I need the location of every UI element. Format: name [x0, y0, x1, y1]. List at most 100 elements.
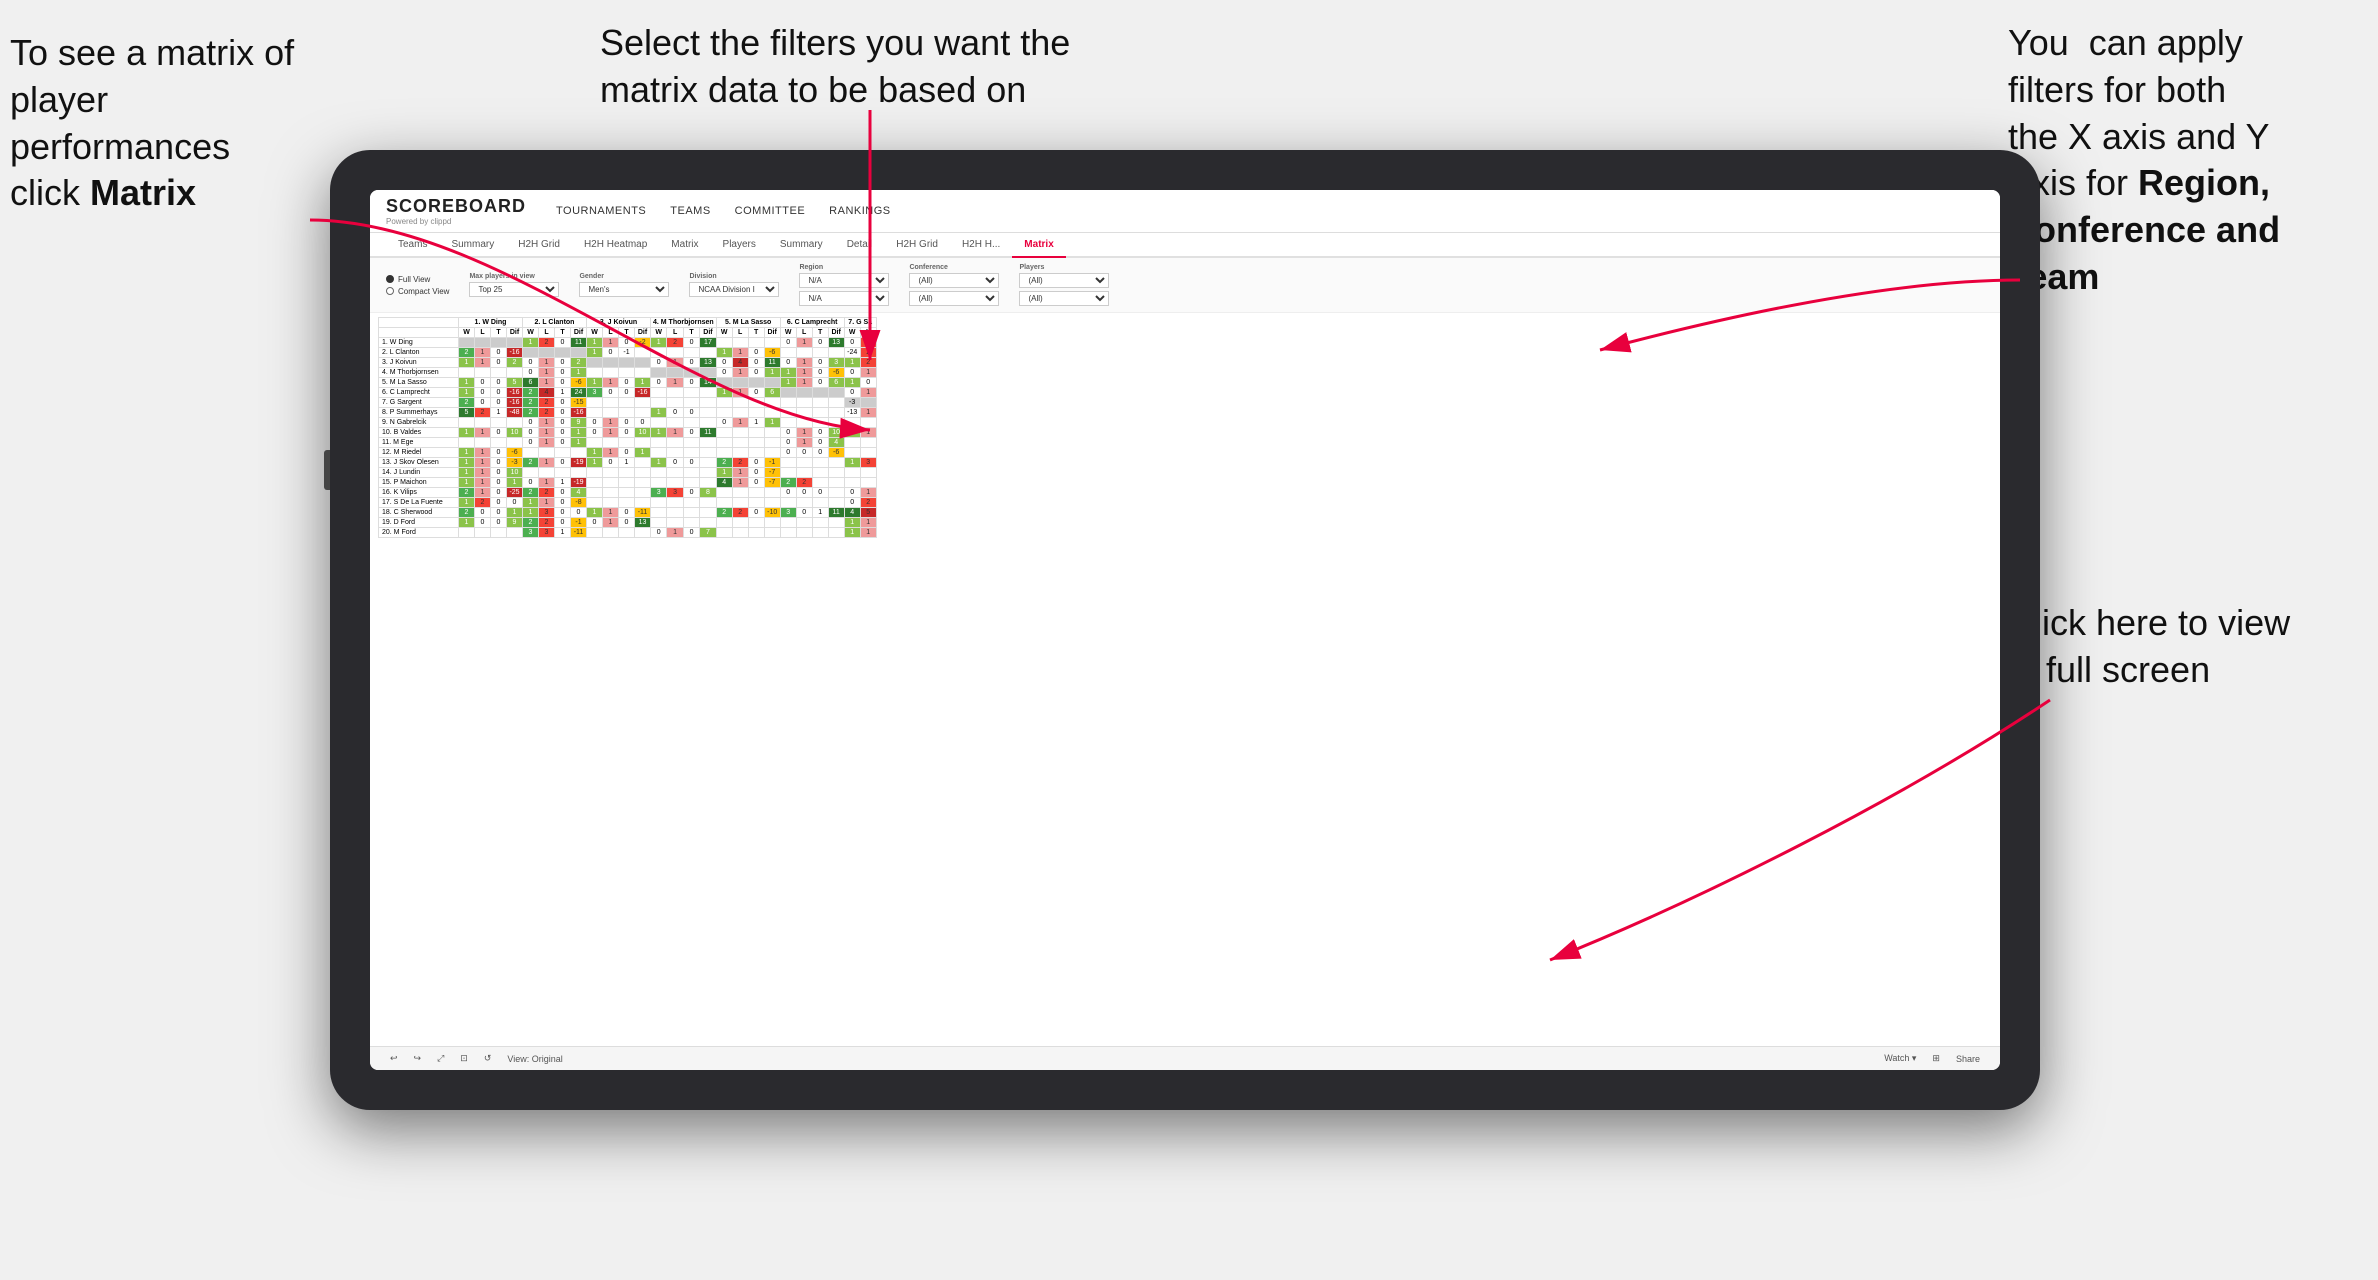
redo-button[interactable]: ↪ — [410, 1051, 426, 1066]
full-view-option[interactable]: Full View — [386, 275, 449, 284]
toolbar-btn-3[interactable]: ⤢ — [433, 1051, 448, 1066]
matrix-cell — [475, 528, 491, 538]
matrix-cell — [619, 438, 635, 448]
matrix-cell — [571, 348, 587, 358]
matrix-cell: 2 — [860, 498, 876, 508]
matrix-cell — [716, 408, 732, 418]
players-select2[interactable]: (All) — [1019, 291, 1109, 306]
full-view-radio[interactable] — [386, 275, 394, 283]
annotation-right-bottom: Click here to viewin full screen — [2008, 600, 2348, 694]
matrix-cell — [780, 458, 796, 468]
matrix-cell: 1 — [732, 468, 748, 478]
view-original[interactable]: View: Original — [503, 1052, 566, 1066]
player-name-cell: 13. J Skov Olesen — [379, 458, 459, 468]
matrix-cell: 0 — [748, 348, 764, 358]
matrix-cell: 0 — [491, 458, 507, 468]
matrix-cell — [603, 358, 619, 368]
matrix-cell — [683, 508, 699, 518]
player-name-cell: 4. M Thorbjornsen — [379, 368, 459, 378]
nav-teams[interactable]: TEAMS — [670, 205, 710, 217]
matrix-cell — [700, 408, 716, 418]
matrix-cell: 1 — [796, 428, 812, 438]
col-header-2: 2. L Clanton — [523, 318, 587, 328]
sub-nav-matrix[interactable]: Matrix — [659, 233, 710, 258]
sub-nav-h2h-grid2[interactable]: H2H Grid — [884, 233, 950, 258]
gender-filter: Gender Men's — [579, 273, 669, 297]
matrix-cell — [700, 458, 716, 468]
players-select[interactable]: (All) — [1019, 273, 1109, 288]
sub-nav-detail[interactable]: Detail — [835, 233, 885, 258]
matrix-cell — [603, 408, 619, 418]
matrix-cell — [700, 438, 716, 448]
player-name-cell: 18. C Sherwood — [379, 508, 459, 518]
matrix-cell: 1 — [603, 518, 619, 528]
gender-select[interactable]: Men's — [579, 282, 669, 297]
sub-nav-matrix-active[interactable]: Matrix — [1012, 233, 1065, 258]
share-button[interactable]: Share — [1952, 1052, 1984, 1066]
compact-view-label: Compact View — [398, 287, 449, 296]
matrix-cell: 0 — [667, 408, 683, 418]
undo-button[interactable]: ↩ — [386, 1051, 402, 1066]
compact-view-radio[interactable] — [386, 287, 394, 295]
division-select[interactable]: NCAA Division I — [689, 282, 779, 297]
region-select[interactable]: N/A — [799, 273, 889, 288]
matrix-cell — [732, 438, 748, 448]
matrix-cell: 4 — [844, 508, 860, 518]
watch-button[interactable]: Watch ▾ — [1880, 1051, 1920, 1066]
toolbar-left: ↩ ↪ ⤢ ⊡ ↺ View: Original — [386, 1051, 567, 1066]
matrix-cell: 2 — [860, 348, 876, 358]
matrix-cell: 0 — [716, 368, 732, 378]
sub-nav-players[interactable]: Players — [711, 233, 768, 258]
conference-select2[interactable]: (All) — [909, 291, 999, 306]
matrix-cell: 0 — [523, 478, 539, 488]
matrix-cell — [651, 398, 667, 408]
matrix-cell: 0 — [796, 508, 812, 518]
matrix-cell: 1 — [459, 388, 475, 398]
matrix-cell: 9 — [507, 518, 523, 528]
sub-nav-h2h-grid[interactable]: H2H Grid — [506, 233, 572, 258]
player-name-cell: 14. J Lundin — [379, 468, 459, 478]
matrix-cell: 3 — [539, 528, 555, 538]
matrix-cell: -10 — [764, 508, 780, 518]
matrix-cell: 1 — [475, 358, 491, 368]
matrix-cell: 0 — [491, 398, 507, 408]
matrix-cell: -3 — [507, 458, 523, 468]
matrix-cell — [635, 528, 651, 538]
nav-rankings[interactable]: RANKINGS — [829, 205, 890, 217]
compact-view-option[interactable]: Compact View — [386, 287, 449, 296]
matrix-cell — [828, 398, 844, 408]
nav-tournaments[interactable]: TOURNAMENTS — [556, 205, 646, 217]
matrix-area[interactable]: 1. W Ding 2. L Clanton 3. J Koivun 4. M … — [370, 313, 2000, 1046]
matrix-cell — [459, 528, 475, 538]
sub-nav-summary[interactable]: Summary — [439, 233, 506, 258]
sub-nav-summary2[interactable]: Summary — [768, 233, 835, 258]
matrix-cell: 0 — [716, 418, 732, 428]
region-select2[interactable]: N/A — [799, 291, 889, 306]
toolbar-btn-4[interactable]: ⊡ — [456, 1051, 472, 1066]
toolbar-btn-5[interactable]: ↺ — [480, 1051, 496, 1066]
matrix-cell: 1 — [475, 488, 491, 498]
matrix-cell: 0 — [796, 488, 812, 498]
matrix-cell: 1 — [539, 418, 555, 428]
sub-nav-h2h-h[interactable]: H2H H... — [950, 233, 1012, 258]
matrix-cell: 2 — [475, 408, 491, 418]
sub-nav-h2h-heatmap[interactable]: H2H Heatmap — [572, 233, 659, 258]
table-row: 1. W Ding12011110-2120170101302 — [379, 338, 877, 348]
matrix-cell — [716, 528, 732, 538]
conference-select[interactable]: (All) — [909, 273, 999, 288]
sub-nav-teams[interactable]: Teams — [386, 233, 439, 258]
sub-nav: Teams Summary H2H Grid H2H Heatmap Matri… — [370, 233, 2000, 258]
matrix-cell: 0 — [603, 458, 619, 468]
sh-6-w: W — [780, 328, 796, 338]
nav-committee[interactable]: COMMITTEE — [735, 205, 806, 217]
matrix-cell: 24 — [571, 388, 587, 398]
matrix-cell: 0 — [523, 428, 539, 438]
matrix-cell: 1 — [507, 478, 523, 488]
matrix-cell — [667, 398, 683, 408]
matrix-cell — [587, 528, 603, 538]
matrix-cell: 1 — [539, 458, 555, 468]
max-players-select[interactable]: Top 25 — [469, 282, 559, 297]
matrix-cell: 0 — [812, 368, 828, 378]
layout-button[interactable]: ⊞ — [1928, 1051, 1944, 1066]
matrix-cell — [619, 368, 635, 378]
